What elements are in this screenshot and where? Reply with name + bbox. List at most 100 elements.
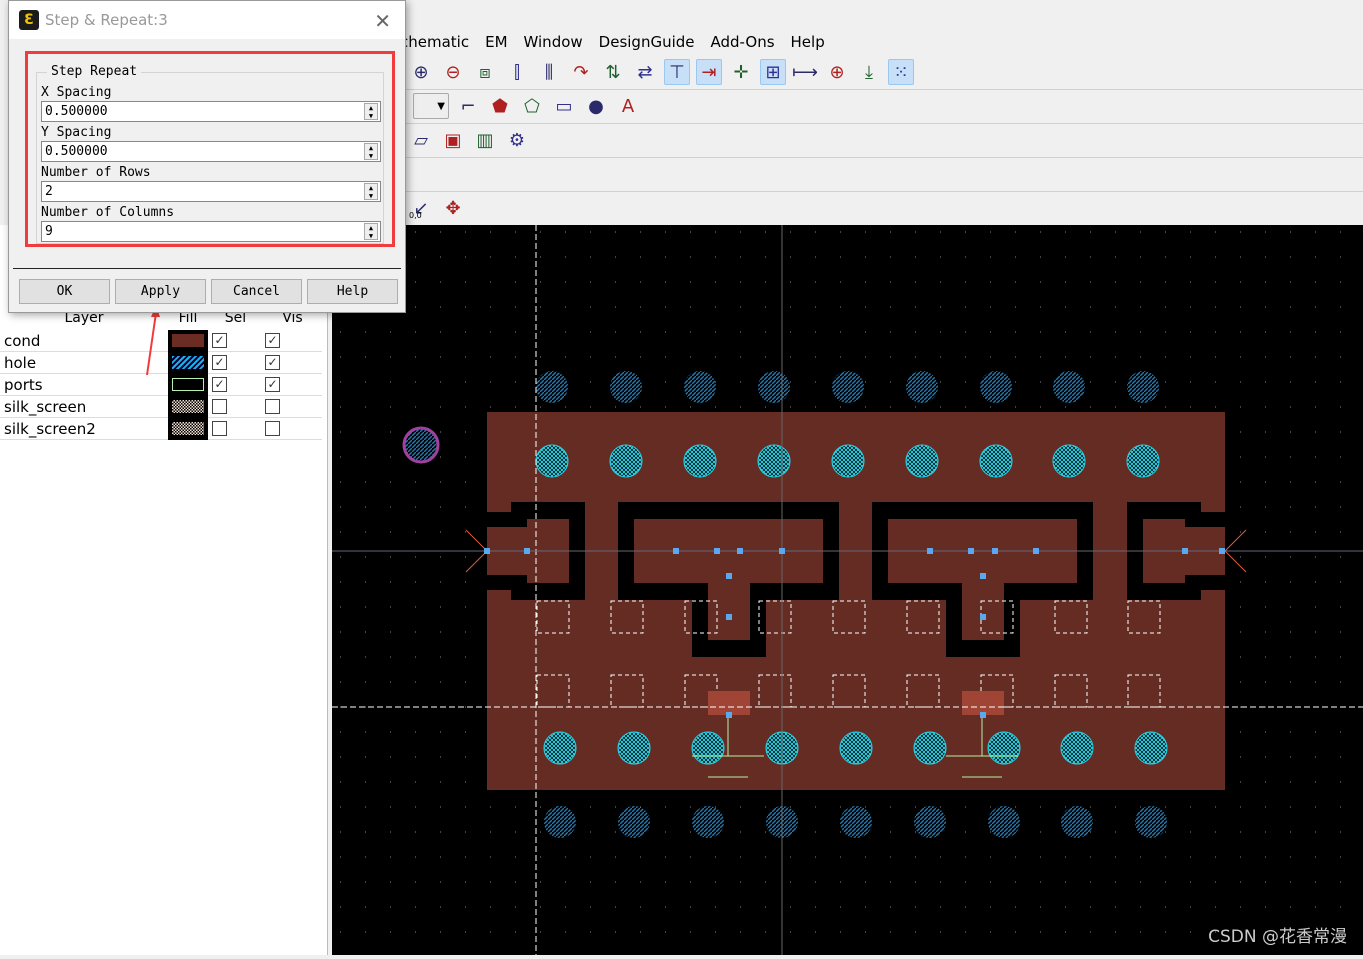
spinner-icon[interactable]: ▲ ▼: [364, 103, 378, 120]
via-hole: [905, 444, 939, 478]
layer-vis-checkbox[interactable]: [265, 421, 280, 436]
snap-grid-origin-icon[interactable]: ⊤: [664, 59, 690, 85]
header-sel: Sel: [224, 310, 247, 326]
via-hole: [757, 444, 791, 478]
selected-hole[interactable]: [402, 426, 440, 464]
via-hole: [609, 444, 643, 478]
layer-vis-checkbox[interactable]: [265, 399, 280, 414]
snap-intersection-icon[interactable]: ⊞: [760, 59, 786, 85]
layer-vis-checkbox[interactable]: ✓: [265, 355, 280, 370]
menu-chematic[interactable]: chematic: [400, 33, 469, 51]
menu-bar: chematic EM Window DesignGuide Add-Ons Help: [400, 30, 825, 54]
field-label: Y Spacing: [41, 125, 112, 140]
component-icon[interactable]: ⧈: [472, 59, 498, 85]
layer-sel-checkbox[interactable]: ✓: [212, 355, 227, 370]
circle-icon[interactable]: ●: [583, 93, 609, 119]
spacing-input-0[interactable]: 0.500000 ▲ ▼: [41, 101, 381, 122]
via-hole: [906, 371, 938, 403]
vertex-handle: [726, 712, 732, 718]
menu-add-ons[interactable]: Add-Ons: [711, 33, 775, 51]
layer-fill-swatch[interactable]: [168, 351, 208, 374]
apply-button[interactable]: Apply: [115, 279, 206, 304]
spinner-icon[interactable]: ▲ ▼: [364, 223, 378, 240]
toolbar-snap: ⊕ ⊖ ⧈ ⫿ ⫼ ↷ ⇅ ⇄ ⊤ ⇥ ✛ ⊞ ⟼ ⊕ ⤓ ⁙: [400, 55, 914, 89]
layer-vis-checkbox[interactable]: ✓: [265, 377, 280, 392]
dialog-title-bar: Ɛ Step & Repeat:3: [9, 1, 405, 39]
mirror-icon[interactable]: ⇅: [600, 59, 626, 85]
spinner-icon[interactable]: ▲ ▼: [364, 143, 378, 160]
snap-center-icon[interactable]: ⊕: [824, 59, 850, 85]
via-hole: [1053, 371, 1085, 403]
path-icon[interactable]: ⌐: [455, 93, 481, 119]
ok-button[interactable]: OK: [19, 279, 110, 304]
snap-midpoint-icon[interactable]: ⤓: [856, 59, 882, 85]
cancel-button[interactable]: Cancel: [211, 279, 302, 304]
watermark: CSDN @花香常漫: [1208, 927, 1347, 947]
layer-sel-checkbox[interactable]: ✓: [212, 377, 227, 392]
layer-panel: Layer Fill Sel Vis cond ✓ ✓ hole ✓ ✓ ports ✓ ✓ si…: [0, 225, 328, 955]
menu-em[interactable]: EM: [485, 33, 507, 51]
conductor-stem: [962, 583, 1004, 640]
via-hole: [987, 731, 1021, 765]
polyline-icon[interactable]: ⬠: [519, 93, 545, 119]
snap-vertex-icon[interactable]: ✛: [728, 59, 754, 85]
layout-canvas[interactable]: [332, 225, 1363, 955]
via-hole: [840, 806, 872, 838]
vertex-handle: [524, 548, 530, 554]
app-logo-icon: Ɛ: [19, 10, 39, 30]
close-icon[interactable]: ✕: [374, 9, 391, 33]
layer-sel-checkbox[interactable]: [212, 421, 227, 436]
flip-icon[interactable]: ⇄: [632, 59, 658, 85]
via-hole: [1135, 806, 1167, 838]
snap-pin-icon[interactable]: ⇥: [696, 59, 722, 85]
header-vis: Vis: [282, 310, 303, 326]
layer-fill-swatch[interactable]: [168, 417, 208, 440]
snap-edge-icon[interactable]: ⟼: [792, 59, 818, 85]
vertex-handle: [1182, 548, 1188, 554]
snap-grid-icon[interactable]: ⁙: [888, 59, 914, 85]
rectangle-icon[interactable]: ▭: [551, 93, 577, 119]
field-value: 2: [45, 184, 53, 199]
field-value: 0.500000: [45, 144, 108, 159]
spinner-icon[interactable]: ▲ ▼: [364, 183, 378, 200]
layer-vis-checkbox[interactable]: ✓: [265, 333, 280, 348]
vertex-handle: [927, 548, 933, 554]
spacing-input-3[interactable]: 9 ▲ ▼: [41, 221, 381, 242]
via-hole: [980, 371, 1012, 403]
layer-fill-swatch[interactable]: [168, 373, 208, 396]
zoom-out-2-icon[interactable]: ⊖: [440, 59, 466, 85]
spacing-input-2[interactable]: 2 ▲ ▼: [41, 181, 381, 202]
layer-sel-checkbox[interactable]: [212, 399, 227, 414]
help-button[interactable]: Help: [307, 279, 398, 304]
spacing-input-1[interactable]: 0.500000 ▲ ▼: [41, 141, 381, 162]
simulation-settings-icon[interactable]: ⚙: [504, 127, 530, 153]
align-multi-icon[interactable]: ⫼: [536, 59, 562, 85]
vertex-handle: [980, 614, 986, 620]
step-repeat-dialog: Ɛ Step & Repeat:3 ✕ Step Repeat X Spacin…: [8, 0, 406, 313]
align-left-icon[interactable]: ⫿: [504, 59, 530, 85]
via-hole: [832, 371, 864, 403]
3d-box-icon[interactable]: ▣: [440, 127, 466, 153]
field-label: Number of Columns: [41, 205, 175, 220]
layer-dropdown[interactable]: ▼: [413, 93, 449, 119]
polygon-icon[interactable]: ⬟: [487, 93, 513, 119]
origin-label: 0,0: [409, 211, 422, 220]
color-cube-icon[interactable]: ▥: [472, 127, 498, 153]
layer-fill-swatch[interactable]: [168, 329, 208, 352]
zoom-in-2-icon[interactable]: ⊕: [408, 59, 434, 85]
layer-sel-checkbox[interactable]: ✓: [212, 333, 227, 348]
rotate-icon[interactable]: ↷: [568, 59, 594, 85]
layer-row-silk_screen[interactable]: silk_screen: [0, 395, 322, 418]
menu-help[interactable]: Help: [791, 33, 825, 51]
layer-row-silk_screen2[interactable]: silk_screen2: [0, 417, 322, 440]
layer-fill-swatch[interactable]: [168, 395, 208, 418]
text-icon[interactable]: A: [615, 93, 641, 119]
via-hole: [979, 444, 1013, 478]
via-hole: [831, 444, 865, 478]
3d-view-icon[interactable]: ▱: [408, 127, 434, 153]
move-reference-icon[interactable]: ✥: [440, 195, 466, 221]
menu-designguide[interactable]: DesignGuide: [599, 33, 695, 51]
menu-window[interactable]: Window: [524, 33, 583, 51]
highlight-box: Step Repeat X Spacing 0.500000 ▲ ▼ Y Spacin…: [25, 51, 395, 247]
vertex-handle: [980, 712, 986, 718]
